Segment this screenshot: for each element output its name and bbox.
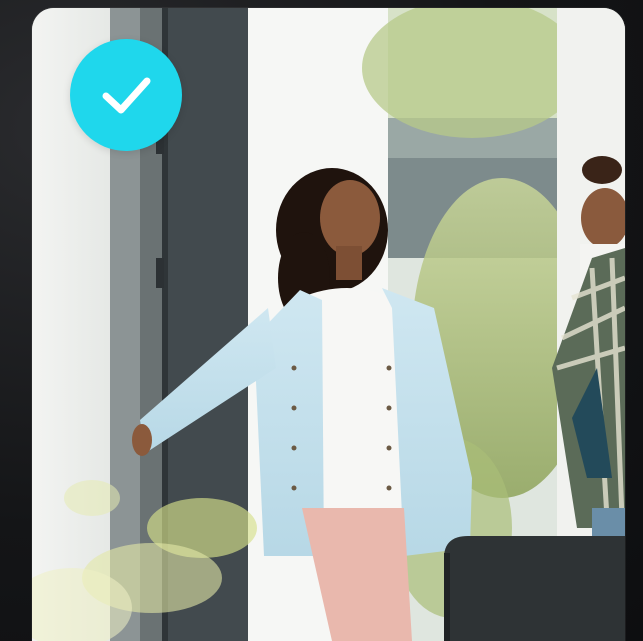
screen-background — [0, 0, 643, 641]
checkmark-icon — [102, 77, 151, 114]
selected-check-badge[interactable] — [70, 39, 182, 151]
selectable-photo-card[interactable] — [32, 8, 625, 641]
